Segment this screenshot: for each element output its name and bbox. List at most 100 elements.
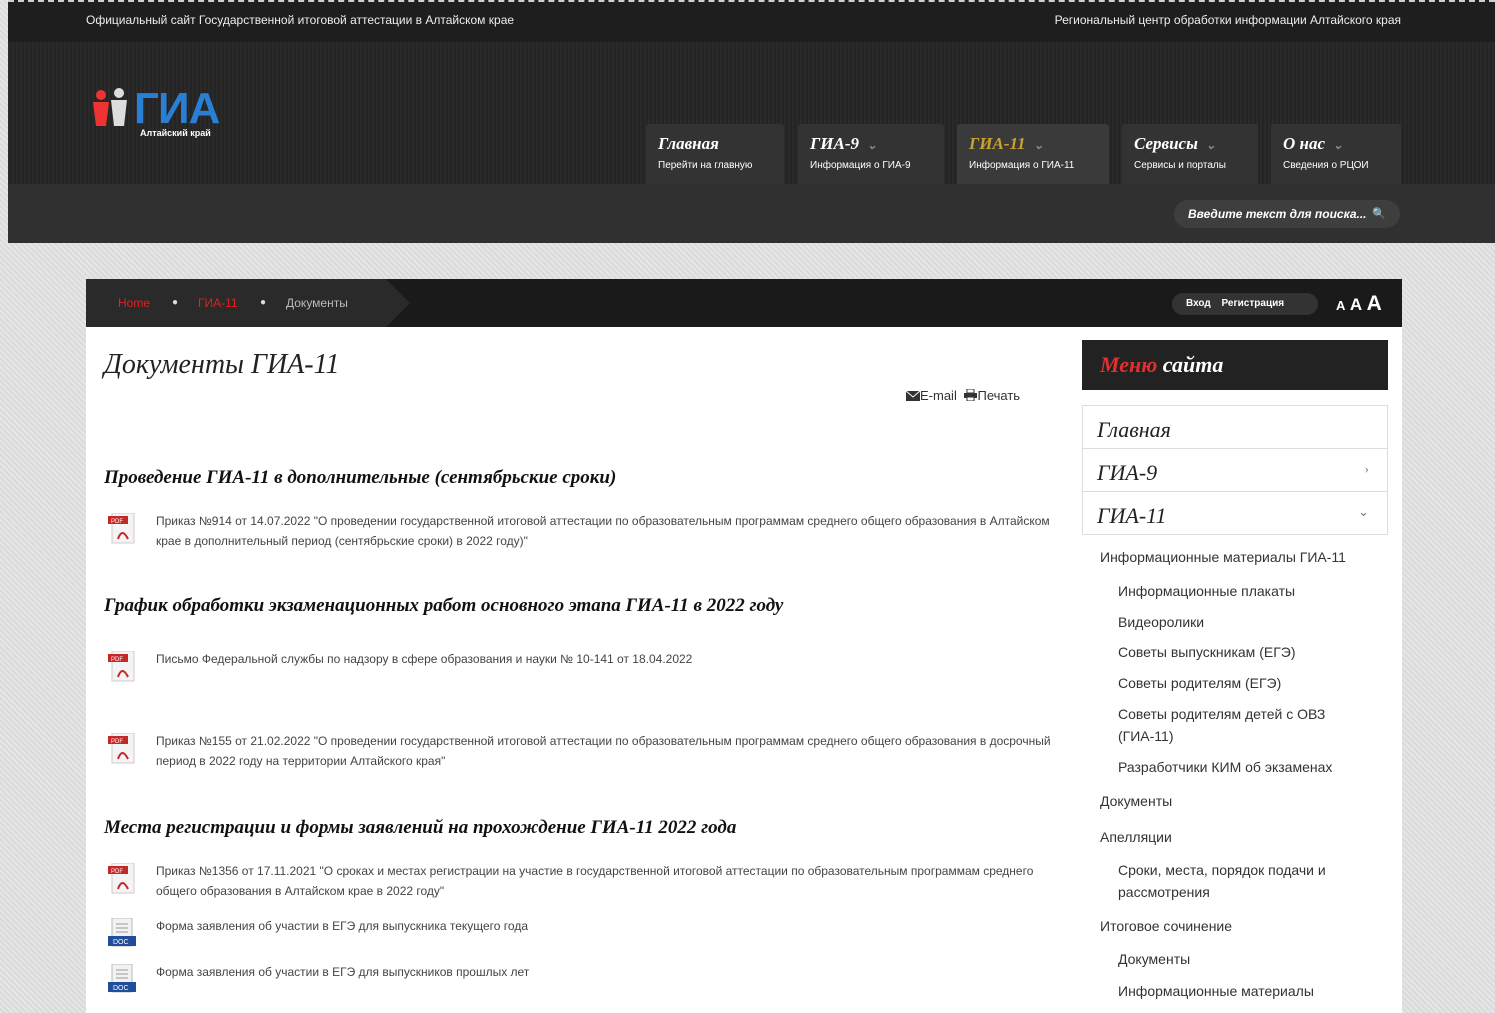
document-link[interactable]: Письмо Федеральной службы по надзору в с… — [156, 649, 1056, 669]
font-size-switcher: A A A — [1336, 292, 1382, 316]
breadcrumb-separator: ● — [260, 297, 267, 308]
sidebar-subitem[interactable]: Итоговое сочинение — [1100, 918, 1232, 934]
sidebar-subitem[interactable]: Информационные материалы — [1118, 980, 1368, 1002]
breadcrumb-current: Документы — [286, 296, 348, 310]
nav-item-main[interactable]: Главная Перейти на главную — [646, 124, 784, 184]
nav-item-sub: Сведения о РЦОИ — [1283, 160, 1369, 171]
sidebar-subitem[interactable]: Информационные материалы ГИА-11 — [1100, 549, 1346, 565]
breadcrumb-bar: Home ● ГИА-11 ● Документы Вход Регистрац… — [86, 279, 1402, 327]
page-title: Документы ГИА-11 — [104, 349, 340, 380]
nav-item-sub: Сервисы и порталы — [1134, 160, 1226, 171]
breadcrumb: Home ● ГИА-11 ● Документы — [86, 279, 410, 327]
pdf-file-icon: PDF — [108, 733, 135, 764]
breadcrumb-separator: ● — [172, 297, 179, 308]
sidebar-subitem[interactable]: Советы родителям (ЕГЭ) — [1118, 672, 1368, 694]
sidebar-subitem[interactable]: Документы — [1118, 948, 1368, 970]
nav-item-gia9[interactable]: ГИА-9 ⌄ Информация о ГИА-9 — [798, 124, 944, 184]
section-title: График обработки экзаменационных работ о… — [104, 595, 784, 616]
people-logo-icon — [93, 88, 127, 126]
article-tools: E-mail Печать — [906, 388, 1020, 403]
register-link[interactable]: Регистрация — [1222, 298, 1285, 309]
nav-item-label: ГИА-9 — [810, 134, 859, 153]
sidebar-item-gia11[interactable]: ГИА-11 ⌄ — [1082, 491, 1388, 535]
auth-box: Вход Регистрация — [1172, 293, 1318, 315]
document-link[interactable]: Форма заявления об участии в ЕГЭ для вып… — [156, 962, 1056, 982]
search-placeholder: Введите текст для поиска... — [1188, 207, 1367, 221]
svg-text:PDF: PDF — [111, 869, 123, 875]
svg-text:PDF: PDF — [111, 657, 123, 663]
sidebar-item-label: ГИА-11 — [1097, 503, 1167, 528]
site-header: ГИА Алтайский край Главная Перейти на гл… — [8, 42, 1495, 184]
nav-item-label: ГИА-11 — [969, 134, 1026, 153]
nav-item-sub: Перейти на главную — [658, 160, 753, 171]
email-link[interactable]: E-mail — [906, 388, 960, 403]
nav-item-sub: Информация о ГИА-9 — [810, 160, 911, 171]
doc-file-icon: DOC — [108, 964, 136, 993]
document-link[interactable]: Приказ №1356 от 17.11.2021 "О сроках и м… — [156, 861, 1056, 901]
sidebar-subitem[interactable]: Сроки, места, порядок подачи и рассмотре… — [1118, 859, 1368, 903]
document-link[interactable]: Приказ №914 от 14.07.2022 "О проведении … — [156, 511, 1056, 551]
section-title: Проведение ГИА-11 в дополнительные (сент… — [104, 467, 617, 488]
sidebar-item-label: Главная — [1097, 417, 1171, 442]
nav-item-services[interactable]: Сервисы ⌄ Сервисы и порталы — [1122, 124, 1258, 184]
doc-file-icon: DOC — [108, 918, 136, 947]
sidebar-subitem[interactable]: Разработчики КИМ об экзаменах — [1118, 756, 1368, 778]
chevron-down-icon: ⌄ — [1333, 138, 1344, 152]
top-strip: Официальный сайт Государственной итогово… — [8, 0, 1495, 42]
breadcrumb-home[interactable]: Home — [118, 296, 150, 310]
search-input[interactable]: Введите текст для поиска... 🔍 — [1174, 200, 1400, 228]
chevron-right-icon: › — [1364, 461, 1369, 476]
sidebar-subitem[interactable]: Апелляции — [1100, 829, 1172, 845]
nav-item-label: О нас — [1283, 134, 1326, 153]
printer-icon — [964, 389, 978, 401]
section-title: Места регистрации и формы заявлений на п… — [104, 817, 737, 838]
chevron-down-icon: ⌄ — [1205, 138, 1216, 152]
font-size-large[interactable]: A — [1367, 292, 1382, 315]
print-label: Печать — [977, 388, 1021, 403]
svg-text:DOC: DOC — [113, 985, 129, 992]
email-label: E-mail — [920, 388, 957, 403]
pdf-file-icon: PDF — [108, 863, 135, 894]
nav-item-about[interactable]: О нас ⌄ Сведения о РЦОИ — [1271, 124, 1401, 184]
logo-region: Алтайский край — [140, 128, 211, 138]
chevron-down-icon: ⌄ — [1358, 504, 1369, 519]
document-link[interactable]: Форма заявления об участии в ЕГЭ для вып… — [156, 916, 1056, 936]
envelope-icon — [906, 391, 920, 401]
sidebar-title-accent: Меню — [1100, 352, 1158, 377]
sidebar-title: Меню сайта — [1082, 340, 1388, 390]
sidebar-subitem[interactable]: Советы родителям детей с ОВЗ (ГИА-11) — [1118, 703, 1368, 747]
sidebar-title-rest: сайта — [1162, 352, 1224, 377]
main-content: Документы ГИА-11 E-mail Печать Проведени… — [86, 327, 1070, 1013]
sidebar-item-main[interactable]: Главная — [1082, 405, 1388, 449]
logo-word: ГИА — [134, 84, 220, 133]
pdf-file-icon: PDF — [108, 651, 135, 682]
sidebar-subitem[interactable]: Информационные плакаты — [1118, 580, 1368, 602]
svg-text:PDF: PDF — [111, 739, 123, 745]
login-link[interactable]: Вход — [1186, 298, 1211, 309]
svg-text:DOC: DOC — [113, 939, 129, 946]
font-size-small[interactable]: A — [1336, 298, 1345, 313]
nav-item-label: Главная — [658, 134, 719, 153]
sidebar-item-gia9[interactable]: ГИА-9 › — [1082, 448, 1388, 492]
search-bar-strip: Введите текст для поиска... 🔍 — [8, 184, 1495, 243]
nav-item-sub: Информация о ГИА-11 — [969, 160, 1075, 171]
font-size-medium[interactable]: A — [1350, 295, 1362, 314]
site-logo[interactable]: ГИА Алтайский край — [90, 84, 260, 146]
sidebar-subitem[interactable]: Видеоролики — [1118, 611, 1368, 633]
sidebar: Меню сайта Главная ГИА-9 › ГИА-11 ⌄ Инфо… — [1070, 327, 1402, 1013]
pdf-file-icon: PDF — [108, 513, 135, 544]
document-link[interactable]: Приказ №155 от 21.02.2022 "О проведении … — [156, 731, 1056, 771]
chevron-down-icon: ⌄ — [1033, 138, 1044, 152]
sidebar-subitem[interactable]: Документы — [1100, 793, 1172, 809]
svg-text:PDF: PDF — [111, 519, 123, 525]
org-name: Региональный центр обработки информации … — [1054, 13, 1401, 27]
search-icon[interactable]: 🔍 — [1372, 207, 1386, 220]
print-link[interactable]: Печать — [964, 388, 1020, 403]
nav-item-label: Сервисы — [1134, 134, 1198, 153]
sidebar-subitem[interactable]: Советы выпускникам (ЕГЭ) — [1118, 641, 1368, 663]
nav-item-gia11[interactable]: ГИА-11 ⌄ Информация о ГИА-11 — [957, 124, 1109, 184]
sidebar-item-label: ГИА-9 — [1097, 460, 1158, 485]
site-tagline: Официальный сайт Государственной итогово… — [86, 13, 515, 27]
breadcrumb-section[interactable]: ГИА-11 — [198, 296, 238, 310]
chevron-down-icon: ⌄ — [867, 138, 878, 152]
